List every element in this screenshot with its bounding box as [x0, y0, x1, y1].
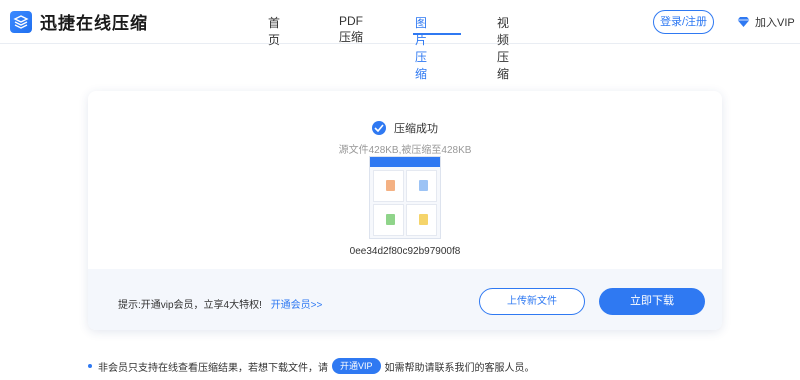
login-register-button[interactable]: 登录/注册: [653, 10, 714, 34]
nav-active-indicator: [413, 33, 461, 35]
card-action-bar: 提示:开通vip会员，立享4大特权! 开通会员>> 上传新文件 立即下载: [88, 269, 722, 330]
upload-new-file-button[interactable]: 上传新文件: [479, 288, 585, 315]
logo-layers-icon: [10, 10, 32, 33]
note-text-after: 如需帮助请联系我们的客服人员。: [384, 362, 535, 374]
status-text: 压缩成功: [394, 123, 438, 135]
open-vip-button[interactable]: 开通VIP: [332, 358, 381, 374]
nav-image-compress[interactable]: 图片压缩: [415, 14, 427, 82]
join-vip-link[interactable]: 加入VIP: [737, 14, 795, 30]
vip-tip-text: 提示:开通vip会员，立享4大特权!: [118, 300, 262, 311]
logo-text: 迅捷在线压缩: [40, 14, 148, 33]
top-header: 迅捷在线压缩 首页 PDF压缩 图片压缩 视频压缩 登录/注册 加入VIP: [0, 0, 800, 81]
member-note: 非会员只支持在线查看压缩结果，若想下载文件，请 开通VIP 如需帮助请联系我们的…: [88, 358, 535, 374]
download-now-button[interactable]: 立即下载: [599, 288, 705, 315]
note-text-before: 非会员只支持在线查看压缩结果，若想下载文件，请: [98, 362, 328, 374]
nav-home[interactable]: 首页: [268, 14, 280, 48]
file-name: 0ee34d2f80c92b97900f8: [349, 246, 461, 257]
join-vip-label: 加入VIP: [755, 17, 795, 29]
bullet-dot: [88, 364, 92, 368]
compress-status: 压缩成功: [88, 120, 722, 136]
check-circle-icon: [372, 121, 386, 135]
logo[interactable]: 迅捷在线压缩: [10, 9, 148, 34]
result-card: 压缩成功 源文件428KB,被压缩至428KB 0ee34d2f80c92b97…: [88, 91, 722, 330]
vip-tip: 提示:开通vip会员，立享4大特权! 开通会员>>: [118, 296, 322, 311]
image-preview[interactable]: [369, 156, 441, 239]
open-membership-link[interactable]: 开通会员>>: [271, 300, 323, 311]
nav-pdf-compress[interactable]: PDF压缩: [339, 14, 363, 45]
compress-detail: 源文件428KB,被压缩至428KB: [338, 145, 472, 156]
diamond-icon: [737, 17, 750, 27]
nav-video-compress[interactable]: 视频压缩: [497, 14, 509, 82]
